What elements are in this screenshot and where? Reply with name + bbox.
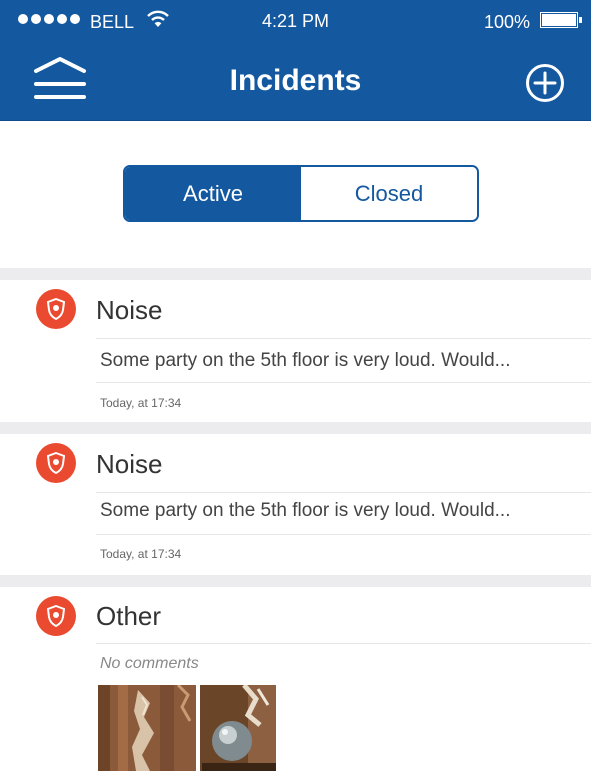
list-separator [0, 422, 591, 434]
tab-closed[interactable]: Closed [301, 167, 477, 220]
incident-category: Noise [96, 295, 163, 325]
plus-circle-icon[interactable] [525, 63, 565, 103]
incident-comment: No comments [100, 655, 199, 672]
app-header: BELL 4:21 PM 100% Incidents [0, 0, 591, 121]
incidents-screen: BELL 4:21 PM 100% Incidents Active Close… [0, 0, 591, 771]
door-knob-photo [200, 685, 276, 771]
divider [96, 338, 591, 339]
broken-door-photo [98, 685, 196, 771]
incident-timestamp: Today, at 17:34 [100, 396, 182, 410]
incident-photo-thumbnail[interactable] [98, 685, 276, 771]
police-badge-icon [36, 289, 76, 329]
battery-icon [540, 12, 582, 28]
divider [96, 643, 591, 644]
divider [96, 492, 591, 493]
police-badge-icon [36, 596, 76, 636]
list-separator [0, 268, 591, 280]
police-badge-icon [36, 443, 76, 483]
incident-category: Other [96, 601, 162, 631]
status-bar: BELL 4:21 PM 100% [0, 0, 591, 44]
incident-item[interactable]: Noise Some party on the 5th floor is ver… [0, 280, 591, 430]
divider [96, 534, 591, 535]
incident-item[interactable]: Noise Some party on the 5th floor is ver… [0, 434, 591, 576]
battery-percent: 100% [484, 12, 531, 32]
incident-description: Some party on the 5th floor is very loud… [100, 350, 511, 371]
incident-timestamp: Today, at 17:34 [100, 547, 182, 561]
status-filter: Active Closed [123, 165, 479, 222]
incident-item[interactable]: Other No comments [0, 587, 591, 771]
tab-active[interactable]: Active [125, 167, 301, 220]
incident-category: Noise [96, 449, 163, 479]
incident-description: Some party on the 5th floor is very loud… [100, 500, 511, 521]
divider [96, 382, 591, 383]
list-separator [0, 575, 591, 587]
page-title: Incidents [229, 64, 362, 97]
